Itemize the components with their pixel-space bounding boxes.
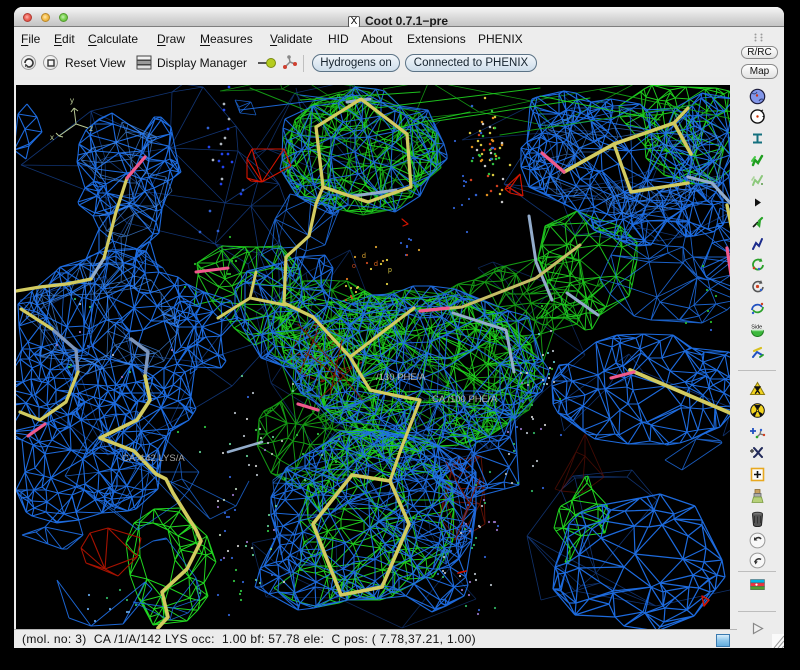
svg-text:y: y — [70, 96, 74, 105]
svg-text:CA /142 LYS/A: CA /142 LYS/A — [122, 453, 185, 464]
svg-text:Side: Side — [751, 325, 762, 331]
svg-text:z: z — [89, 124, 93, 133]
svg-text:d: d — [374, 261, 378, 268]
svg-text:x: x — [50, 133, 54, 142]
svg-text:p: p — [388, 267, 392, 274]
svg-text:o: o — [352, 263, 356, 270]
svg-text:/130 PHE/A: /130 PHE/A — [376, 372, 426, 383]
svg-text:CA /100 PHE/A: CA /100 PHE/A — [432, 394, 498, 405]
svg-text:d: d — [362, 253, 366, 260]
